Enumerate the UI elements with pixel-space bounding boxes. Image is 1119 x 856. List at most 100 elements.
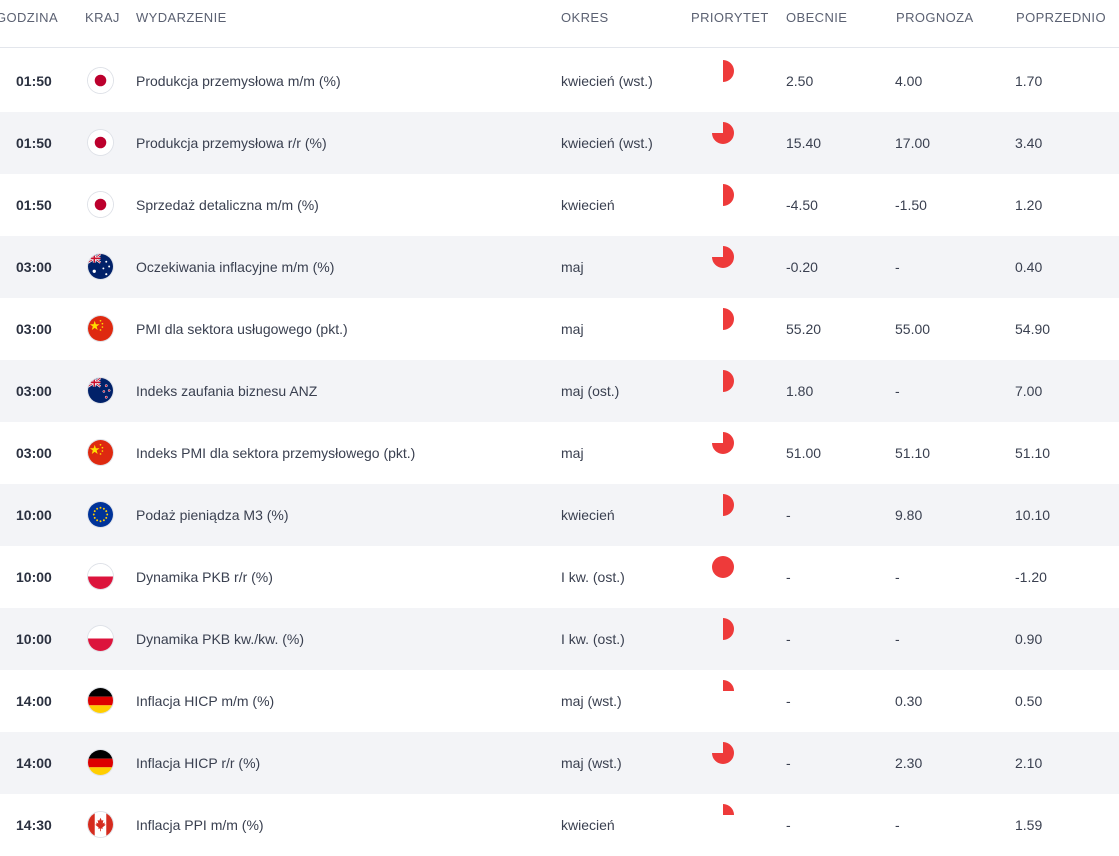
japan-flag-icon (88, 68, 113, 93)
event-period: maj (wst.) (561, 755, 622, 771)
previous-value: 0.50 (1015, 693, 1043, 709)
priority-pie-icon (709, 305, 737, 333)
forecast-value: - (895, 817, 900, 833)
previous-value: 51.10 (1015, 445, 1051, 461)
priority-pie-icon (709, 677, 737, 705)
actual-value: - (786, 693, 791, 709)
table-row[interactable]: 01:50 Produkcja przemysłowa r/r (%) kwieci… (0, 112, 1119, 174)
priority-pie-icon (709, 181, 737, 209)
priority-pie-icon (709, 367, 737, 395)
table-row[interactable]: 14:00 Inflacja HICP r/r (%) maj (wst.) - 2.3… (0, 732, 1119, 794)
actual-value: -4.50 (786, 197, 818, 213)
actual-value: - (786, 631, 791, 647)
actual-value: 55.20 (786, 321, 822, 337)
actual-value: - (786, 817, 791, 833)
priority-pie-icon (709, 119, 737, 147)
table-row[interactable]: 01:50 Produkcja przemysłowa m/m (%) kwieci… (0, 50, 1119, 112)
header-forecast[interactable]: PROGNOZA (896, 10, 974, 25)
actual-value: - (786, 569, 791, 585)
eu-flag-icon (88, 502, 113, 527)
event-period: kwiecień (561, 507, 615, 523)
previous-value: 1.20 (1015, 197, 1043, 213)
table-row[interactable]: 10:00 Podaż pieniądza M3 (%) kwiecień - 9.80… (0, 484, 1119, 546)
priority-pie-icon (709, 801, 737, 829)
forecast-value: 51.10 (895, 445, 931, 461)
event-period: kwiecień (561, 817, 615, 833)
event-name: Podaż pieniądza M3 (%) (136, 507, 289, 523)
event-name: Inflacja HICP m/m (%) (136, 693, 275, 709)
forecast-value: 17.00 (895, 135, 931, 151)
event-time: 10:00 (16, 507, 52, 523)
previous-value: 0.90 (1015, 631, 1043, 647)
event-time: 14:00 (16, 755, 52, 771)
table-row[interactable]: 03:00 PMI dla sektora usługowego (pkt.) ma… (0, 298, 1119, 360)
forecast-value: - (895, 569, 900, 585)
china-flag-icon (88, 440, 113, 465)
forecast-value: - (895, 631, 900, 647)
actual-value: -0.20 (786, 259, 818, 275)
forecast-value: 55.00 (895, 321, 931, 337)
japan-flag-icon (88, 130, 113, 155)
header-actual[interactable]: OBECNIE (786, 10, 847, 25)
header-country[interactable]: KRAJ (85, 10, 120, 25)
new-zealand-flag-icon (88, 378, 113, 403)
event-time: 01:50 (16, 197, 52, 213)
previous-value: 10.10 (1015, 507, 1051, 523)
event-name: Produkcja przemysłowa r/r (%) (136, 135, 327, 151)
actual-value: 2.50 (786, 73, 814, 89)
forecast-value: 0.30 (895, 693, 923, 709)
event-time: 01:50 (16, 73, 52, 89)
event-name: PMI dla sektora usługowego (pkt.) (136, 321, 348, 337)
event-time: 03:00 (16, 321, 52, 337)
previous-value: 1.59 (1015, 817, 1043, 833)
forecast-value: -1.50 (895, 197, 927, 213)
canada-flag-icon (88, 812, 113, 837)
previous-value: 2.10 (1015, 755, 1043, 771)
priority-pie-icon (709, 553, 737, 581)
previous-value: 0.40 (1015, 259, 1043, 275)
event-time: 03:00 (16, 445, 52, 461)
priority-pie-icon (709, 243, 737, 271)
event-time: 14:30 (16, 817, 52, 833)
event-time: 14:00 (16, 693, 52, 709)
event-name: Produkcja przemysłowa m/m (%) (136, 73, 341, 89)
event-time: 03:00 (16, 383, 52, 399)
event-period: I kw. (ost.) (561, 569, 625, 585)
priority-pie-icon (709, 491, 737, 519)
header-priority[interactable]: PRIORYTET (691, 10, 769, 25)
table-row[interactable]: 03:00 Oczekiwania inflacyjne m/m (%) maj -0… (0, 236, 1119, 298)
poland-flag-icon (88, 564, 113, 589)
event-name: Oczekiwania inflacyjne m/m (%) (136, 259, 335, 275)
table-row[interactable]: 10:00 Dynamika PKB r/r (%) I kw. (ost.) - - -… (0, 546, 1119, 608)
previous-value: 54.90 (1015, 321, 1051, 337)
table-row[interactable]: 03:00 Indeks zaufania biznesu ANZ maj (ost… (0, 360, 1119, 422)
table-row[interactable]: 10:00 Dynamika PKB kw./kw. (%) I kw. (ost.… (0, 608, 1119, 670)
event-period: maj (561, 445, 584, 461)
germany-flag-icon (88, 688, 113, 713)
event-time: 10:00 (16, 631, 52, 647)
previous-value: 3.40 (1015, 135, 1043, 151)
table-row[interactable]: 14:00 Inflacja HICP m/m (%) maj (wst.) - 0.3… (0, 670, 1119, 732)
forecast-value: 4.00 (895, 73, 923, 89)
header-event[interactable]: WYDARZENIE (136, 10, 227, 25)
event-period: maj (wst.) (561, 693, 622, 709)
table-row[interactable]: 01:50 Sprzedaż detaliczna m/m (%) kwiecień… (0, 174, 1119, 236)
event-name: Inflacja PPI m/m (%) (136, 817, 264, 833)
germany-flag-icon (88, 750, 113, 775)
event-period: maj (561, 321, 584, 337)
event-period: kwiecień (561, 197, 615, 213)
event-name: Dynamika PKB kw./kw. (%) (136, 631, 305, 647)
event-time: 10:00 (16, 569, 52, 585)
event-name: Indeks zaufania biznesu ANZ (136, 383, 318, 399)
event-time: 01:50 (16, 135, 52, 151)
table-row[interactable]: 14:30 Inflacja PPI m/m (%) kwiecień - - 1.59 (0, 794, 1119, 856)
table-row[interactable]: 03:00 Indeks PMI dla sektora przemysłoweg… (0, 422, 1119, 484)
header-period[interactable]: OKRES (561, 10, 609, 25)
header-time[interactable]: GODZINA (0, 10, 58, 25)
event-period: maj (561, 259, 584, 275)
priority-pie-icon (709, 429, 737, 457)
actual-value: 15.40 (786, 135, 822, 151)
header-previous[interactable]: POPRZEDNIO (1016, 10, 1106, 25)
australia-flag-icon (88, 254, 113, 279)
event-period: I kw. (ost.) (561, 631, 625, 647)
